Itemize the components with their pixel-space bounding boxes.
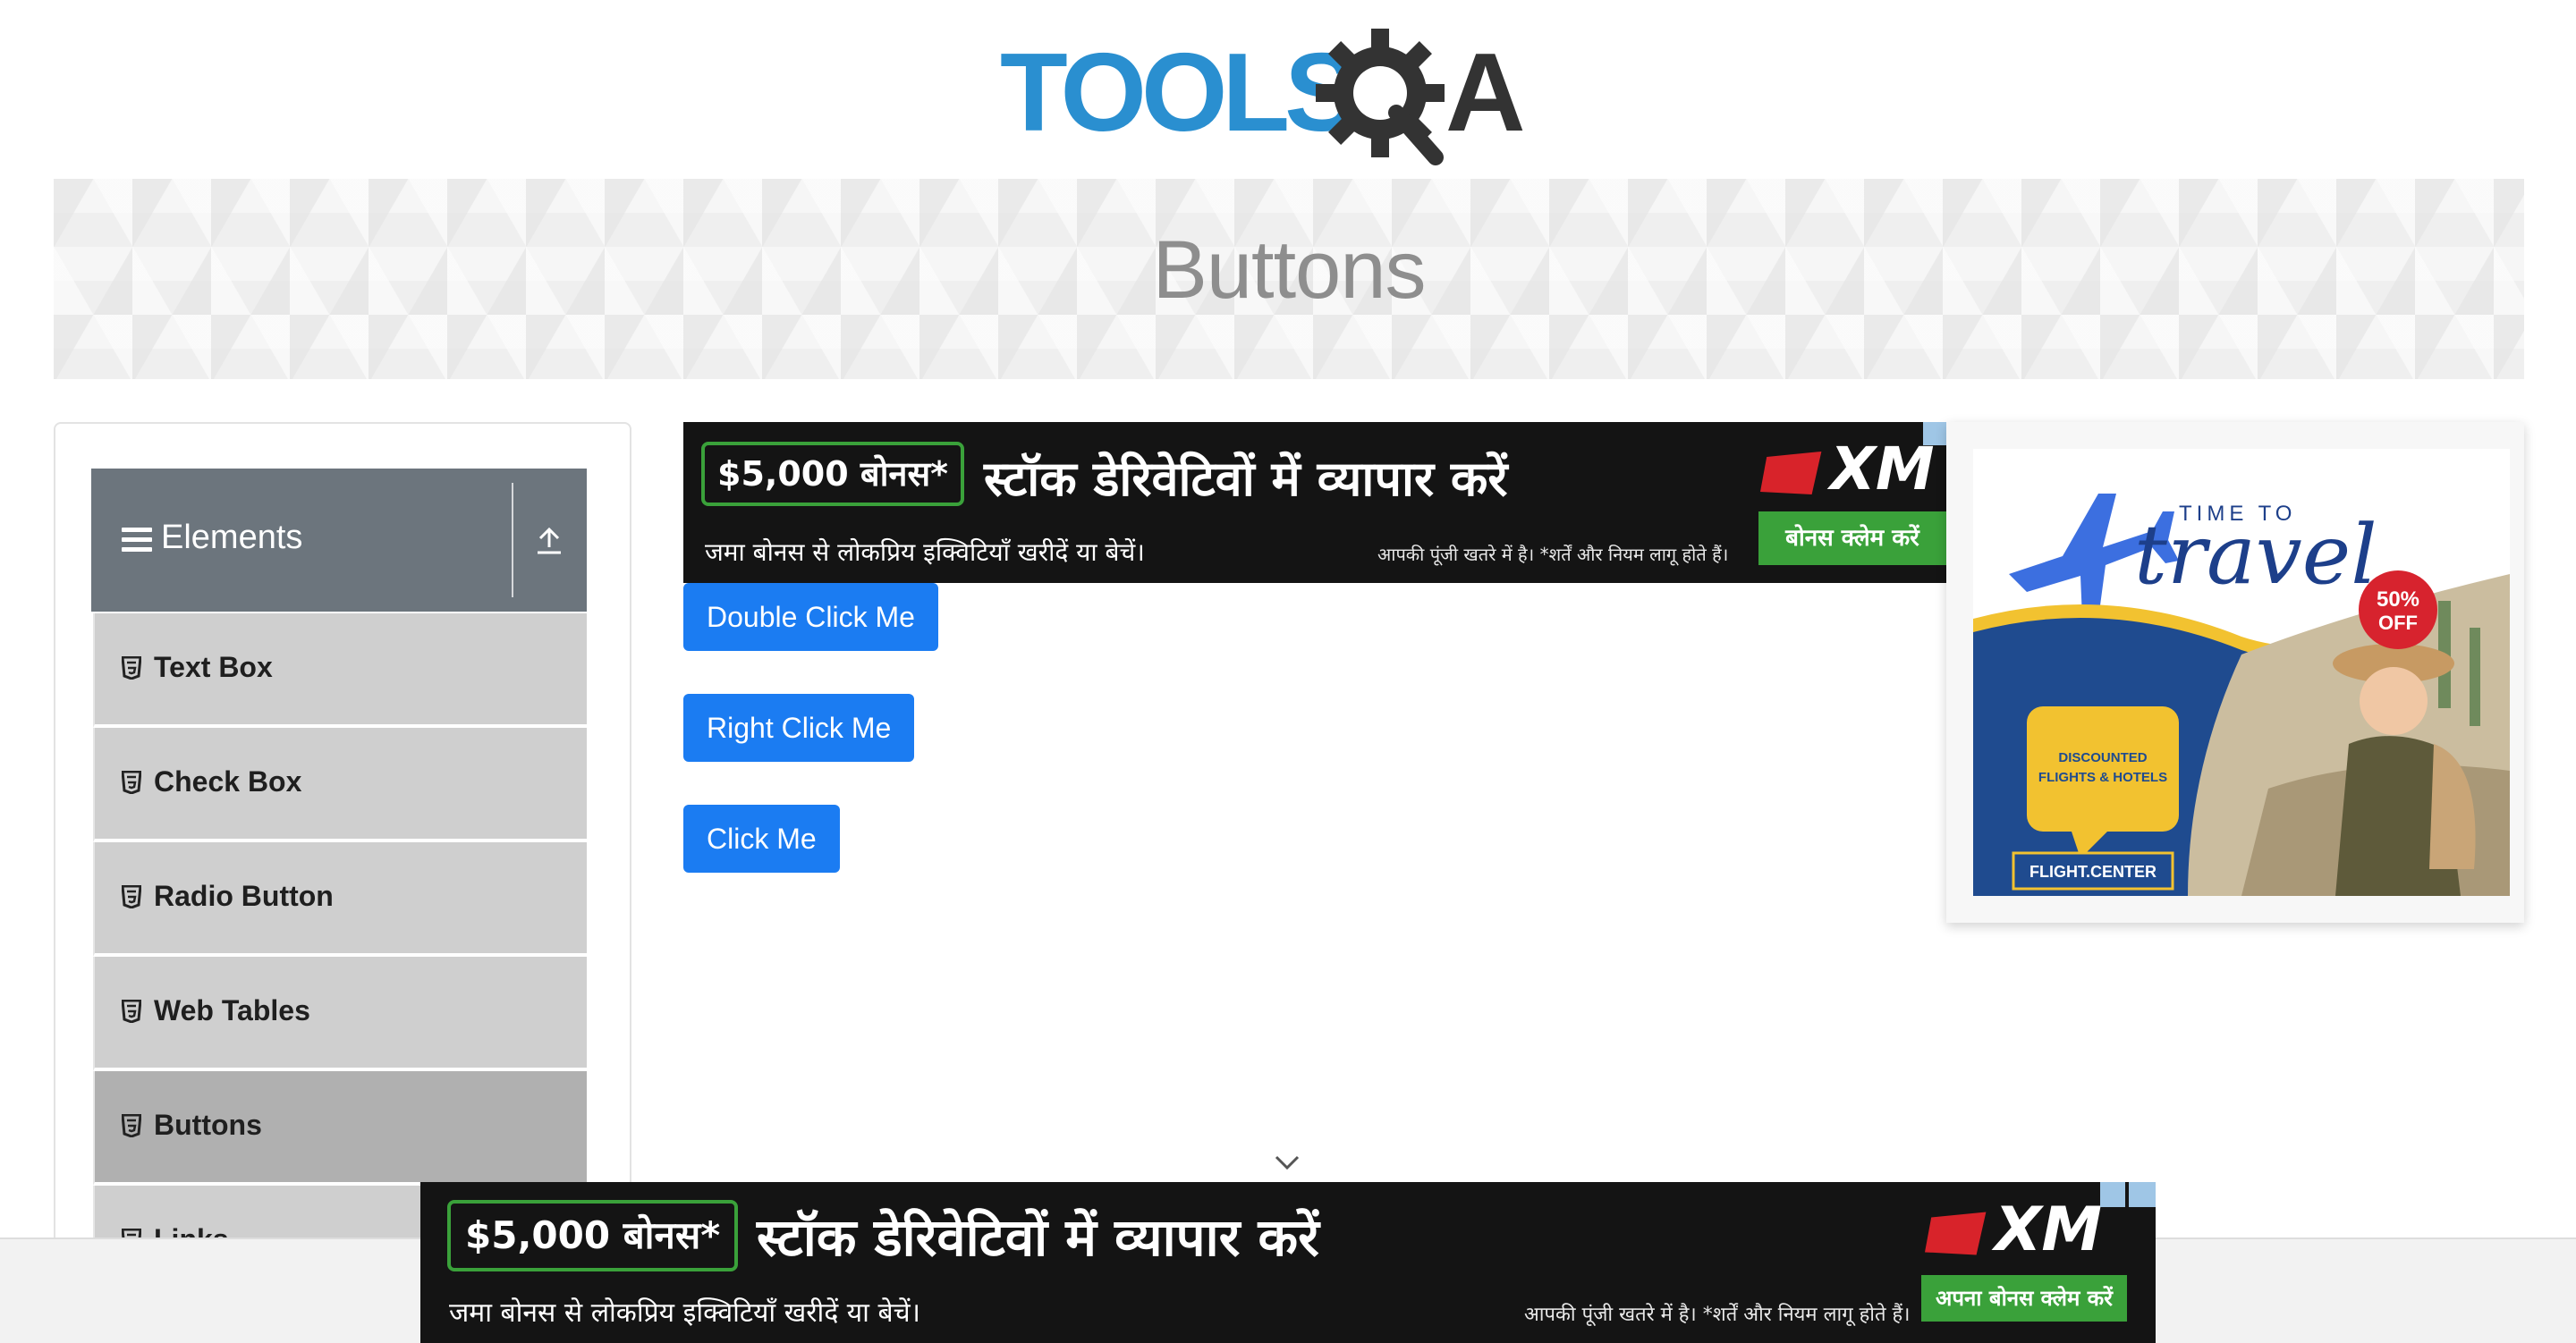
page-title: Buttons (1152, 224, 1427, 316)
toolsqa-logo[interactable]: TOOLS A (1000, 25, 1581, 168)
upload-arrow-icon[interactable] (533, 524, 565, 556)
click-me-button[interactable]: Click Me (683, 805, 840, 873)
sidebar-item-text-box[interactable]: Text Box (93, 613, 587, 728)
ad-close-icon[interactable] (2129, 1182, 2156, 1207)
double-click-button[interactable]: Double Click Me (683, 583, 938, 651)
sidebar-item-buttons[interactable]: Buttons (93, 1071, 587, 1186)
html5-icon (122, 1114, 141, 1137)
xm-logo: XM (1925, 1195, 2102, 1265)
ad-banner-bottom[interactable]: $5,000 बोनस* स्टॉक डेरिवेटिवों में व्याप… (420, 1182, 2156, 1343)
discount-percent: 50% (2377, 587, 2419, 612)
ad-cta-button[interactable]: अपना बोनस क्लेम करें (1921, 1275, 2127, 1322)
travel-ad-illustration: TIME TO travel 50% OFF DISCOUNTED FLIGHT… (1973, 449, 2510, 896)
ad-bonus-badge: $5,000 बोनस* (701, 442, 965, 506)
ad-bonus-badge: $5,000 बोनस* (447, 1200, 739, 1271)
sidebar-group-title: Elements (161, 519, 303, 556)
logo-a-text: A (1445, 31, 1526, 155)
ad-risk-note: आपकी पूंजी खतरे में है। *शर्तें और नियम … (1524, 1304, 1911, 1326)
sidebar-item-label: Buttons (154, 1109, 262, 1141)
discount-off: OFF (2378, 612, 2418, 634)
sidebar-item-label: Radio Button (154, 880, 334, 912)
xm-logo: XM (1760, 435, 1935, 503)
xm-mark-icon (1925, 1212, 1987, 1255)
page: TOOLS A Buttons Elements Text Box Check … (0, 0, 2576, 1343)
sidebar-item-check-box[interactable]: Check Box (93, 728, 587, 842)
travel-ad-creative[interactable]: TIME TO travel 50% OFF DISCOUNTED FLIGHT… (1973, 449, 2510, 896)
ad-travel-word: travel (2134, 507, 2377, 603)
ad-headline: स्टॉक डेरिवेटिवों में व्यापार करें (984, 451, 1508, 507)
header-divider (512, 483, 513, 597)
right-click-button[interactable]: Right Click Me (683, 694, 915, 762)
html5-icon (122, 771, 141, 794)
ad-subline: जमा बोनस से लोकप्रिय इक्विटियाँ खरीदें य… (705, 537, 1145, 567)
discount-badge: 50% OFF (2359, 570, 2437, 649)
xm-brand-text: XM (1995, 1195, 2103, 1265)
html5-icon (122, 656, 141, 680)
chevron-down-icon[interactable] (1274, 1153, 1301, 1171)
sidebar-item-label: Check Box (154, 765, 302, 798)
logo-tools-text: TOOLS (1000, 31, 1354, 155)
hamburger-icon (122, 528, 152, 553)
ad-risk-note: आपकी पूंजी खतरे में है। *शर्तें और नियम … (1377, 544, 1729, 565)
xm-brand-text: XM (1830, 435, 1935, 503)
ad-travel-side[interactable]: ✕ TIME TO travel (1946, 422, 2524, 923)
adchoices-icon[interactable] (2100, 1182, 2125, 1207)
sidebar-item-radio-button[interactable]: Radio Button (93, 842, 587, 957)
sidebar-item-web-tables[interactable]: Web Tables (93, 957, 587, 1071)
bubble-line-2: FLIGHTS & HOTELS (2038, 770, 2167, 785)
html5-icon (122, 1000, 141, 1023)
gear-icon (1316, 29, 1445, 165)
adchoices-icon[interactable] (1923, 422, 1946, 445)
flight-center-brand: FLIGHT.CENTER (2029, 863, 2157, 881)
ad-cta-button[interactable]: बोनस क्लेम करें (1758, 511, 1946, 565)
ad-headline: स्टॉक डेरिवेटिवों में व्यापार करें (757, 1207, 1319, 1268)
sidebar-item-label: Web Tables (154, 994, 310, 1026)
ad-subline: जमा बोनस से लोकप्रिय इक्विटियाँ खरीदें य… (449, 1297, 921, 1329)
page-banner: Buttons (54, 179, 2524, 379)
sidebar-group-elements[interactable]: Elements (91, 469, 587, 612)
xm-mark-icon (1760, 451, 1822, 494)
html5-icon (122, 885, 141, 908)
ad-banner-top[interactable]: $5,000 बोनस* स्टॉक डेरिवेटिवों में व्याप… (683, 422, 1946, 583)
bubble-line-1: DISCOUNTED (2058, 750, 2147, 765)
sidebar-item-label: Text Box (154, 651, 273, 683)
